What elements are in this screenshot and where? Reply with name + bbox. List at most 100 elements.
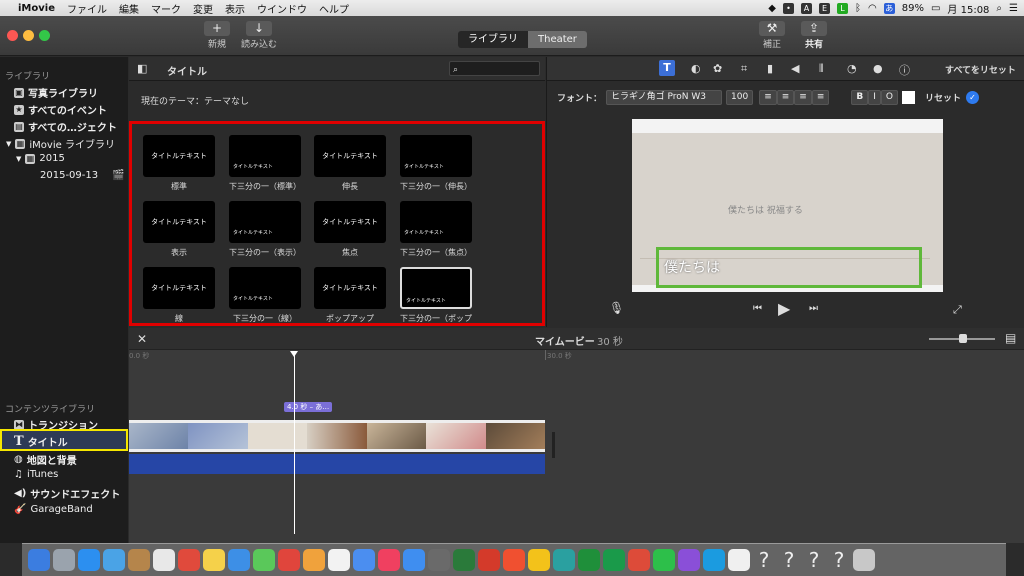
- filmstrip-settings-icon[interactable]: ▤: [1005, 331, 1016, 345]
- sidebar-item-photo-library[interactable]: ▣ 写真ライブラリ: [14, 85, 98, 100]
- dock-unknown-2-icon[interactable]: ?: [778, 549, 800, 571]
- fullscreen-icon[interactable]: ⤢: [953, 303, 962, 317]
- text-color-swatch[interactable]: [902, 90, 916, 104]
- dock-contacts-icon[interactable]: [128, 549, 150, 571]
- title-thumbnail[interactable]: タイトルテキスト: [229, 201, 301, 243]
- font-size-select[interactable]: 100: [726, 89, 754, 105]
- outline-button[interactable]: O: [880, 89, 899, 105]
- video-clip-strip[interactable]: [129, 420, 545, 452]
- notification-center-icon[interactable]: ☰: [1009, 3, 1018, 14]
- dock-imovie-icon[interactable]: [678, 549, 700, 571]
- evernote-status-icon[interactable]: E: [819, 2, 830, 14]
- dock-skype-icon[interactable]: [703, 549, 725, 571]
- color-balance-icon[interactable]: ◐: [691, 62, 701, 75]
- sidebar-item-event-date[interactable]: 2015-09-13 🎬: [40, 170, 125, 181]
- sidebar-item-maps-backgrounds[interactable]: ◍ 地図と背景: [14, 452, 77, 467]
- italic-button[interactable]: I: [868, 89, 881, 105]
- checkmark-icon[interactable]: ✓: [966, 90, 980, 104]
- menu-edit[interactable]: 編集: [113, 1, 145, 16]
- align-center-button[interactable]: ≡: [776, 89, 795, 105]
- align-right-button[interactable]: ≡: [794, 89, 812, 105]
- dock-messages-icon[interactable]: [228, 549, 250, 571]
- menu-mark[interactable]: マーク: [145, 1, 187, 16]
- playhead[interactable]: [290, 351, 298, 534]
- search-icon[interactable]: ⌕: [996, 3, 1002, 14]
- bold-button[interactable]: B: [851, 89, 869, 105]
- dock-notes-icon[interactable]: [203, 549, 225, 571]
- dock-itunes-icon[interactable]: [378, 549, 400, 571]
- sidebar-item-2015[interactable]: ▼ ▦ 2015: [16, 153, 65, 164]
- title-thumbnail[interactable]: タイトルテキスト: [143, 135, 215, 177]
- sidebar-item-all-events[interactable]: ★ すべてのイベント: [14, 102, 107, 117]
- tab-theater[interactable]: Theater: [528, 31, 587, 48]
- dock-trash-icon[interactable]: [853, 549, 875, 571]
- line-status-icon[interactable]: L: [837, 2, 848, 14]
- disclosure-triangle-icon[interactable]: ▼: [16, 155, 21, 163]
- dock-photos-icon[interactable]: [303, 549, 325, 571]
- menu-view[interactable]: 表示: [219, 1, 251, 16]
- search-field[interactable]: ⌕: [449, 61, 540, 76]
- minimize-window-button[interactable]: [23, 30, 34, 41]
- dock-ibooks-icon[interactable]: [328, 549, 350, 571]
- info-icon[interactable]: ⓘ: [899, 62, 910, 78]
- filter-icon[interactable]: ●: [873, 62, 883, 75]
- dock-finder-icon[interactable]: [28, 549, 50, 571]
- sidebar-toggle-icon[interactable]: ◧: [137, 62, 147, 75]
- dropbox-icon[interactable]: ◆: [768, 3, 776, 14]
- title-thumbnail[interactable]: タイトルテキスト: [400, 201, 472, 243]
- reset-all-button[interactable]: すべてをリセット: [945, 63, 1016, 76]
- volume-icon[interactable]: ◀: [791, 62, 799, 75]
- title-thumbnail[interactable]: タイトルテキスト: [314, 135, 386, 177]
- title-thumbnail[interactable]: タイトルテキスト: [143, 267, 215, 309]
- dock-app-store-icon[interactable]: [403, 549, 425, 571]
- dock-unknown-3-icon[interactable]: ?: [803, 549, 825, 571]
- play-icon[interactable]: ▶: [778, 299, 790, 318]
- dock-photobooth-icon[interactable]: [278, 549, 300, 571]
- microphone-icon[interactable]: 🎙: [609, 301, 624, 315]
- title-thumbnail[interactable]: タイトルテキスト: [314, 267, 386, 309]
- zoom-slider-knob[interactable]: [959, 334, 967, 343]
- menu-window[interactable]: ウインドウ: [251, 1, 313, 16]
- dock-system-prefs-icon[interactable]: [428, 549, 450, 571]
- dock-preview-icon[interactable]: [103, 549, 125, 571]
- equalizer-icon[interactable]: ⫴: [819, 62, 824, 76]
- dock-unknown-4-icon[interactable]: ?: [828, 549, 850, 571]
- align-left-button[interactable]: ≡: [759, 89, 777, 105]
- sidebar-item-sound-effects[interactable]: ◀) サウンドエフェクト: [14, 486, 120, 501]
- sidebar-item-all-projects[interactable]: ▤ すべての…ジェクト: [14, 119, 117, 134]
- reset-button[interactable]: リセット: [925, 91, 961, 104]
- status-icon-2[interactable]: A: [801, 2, 812, 14]
- stabilize-icon[interactable]: ▮: [767, 62, 773, 75]
- menu-help[interactable]: ヘルプ: [313, 1, 355, 16]
- dock-map-icon[interactable]: [553, 549, 575, 571]
- dock-numbers-icon[interactable]: [578, 549, 600, 571]
- align-justify-button[interactable]: ≡: [811, 89, 830, 105]
- dock-document-icon[interactable]: [728, 549, 750, 571]
- sidebar-item-itunes[interactable]: ♫ iTunes: [14, 469, 58, 480]
- audio-waveform[interactable]: [129, 454, 545, 474]
- bluetooth-icon[interactable]: ᛒ: [855, 3, 861, 14]
- menu-modify[interactable]: 変更: [187, 1, 219, 16]
- title-style-icon[interactable]: T: [659, 60, 675, 76]
- disclosure-triangle-icon[interactable]: ▼: [6, 140, 11, 148]
- dock-reminders-icon[interactable]: [178, 549, 200, 571]
- dock-evernote-icon[interactable]: [603, 549, 625, 571]
- skip-forward-icon[interactable]: ⏭: [809, 303, 818, 314]
- battery-percent[interactable]: 89%: [902, 3, 924, 14]
- sidebar-item-titles[interactable]: T タイトル: [14, 434, 68, 449]
- dock-powerpoint-icon[interactable]: [503, 549, 525, 571]
- title-thumbnail[interactable]: タイトルテキスト: [143, 201, 215, 243]
- dock-excel-icon[interactable]: [453, 549, 475, 571]
- dock-chrome-icon[interactable]: [628, 549, 650, 571]
- zoom-window-button[interactable]: [39, 30, 50, 41]
- title-thumbnail[interactable]: タイトルテキスト: [314, 201, 386, 243]
- share-button[interactable]: ⇪ 共有: [794, 21, 834, 50]
- video-preview[interactable]: 僕たちは 祝福する 僕たちは: [632, 119, 943, 292]
- dock-launchpad-icon[interactable]: [53, 549, 75, 571]
- dock-keynote-icon[interactable]: [353, 549, 375, 571]
- crop-icon[interactable]: ⌗: [741, 62, 747, 76]
- clock[interactable]: 月 15:08: [947, 1, 989, 16]
- input-method-icon[interactable]: あ: [883, 2, 895, 14]
- battery-icon[interactable]: ▭: [931, 3, 940, 14]
- import-button[interactable]: ↓ 読み込む: [237, 21, 281, 50]
